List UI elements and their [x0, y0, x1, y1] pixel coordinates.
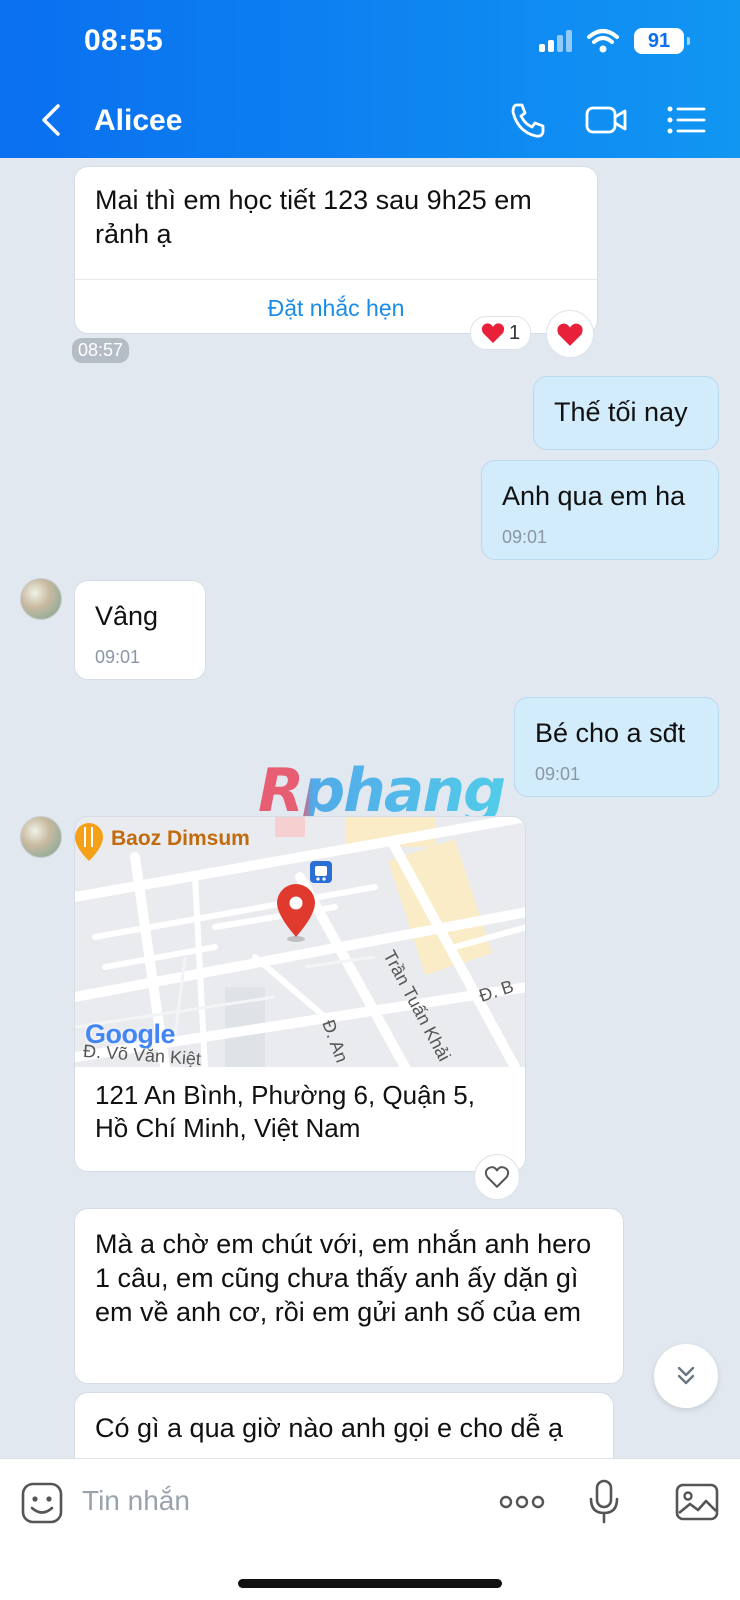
message-text: Có gì a qua giờ nào anh gọi e cho dễ ạ [95, 1413, 564, 1443]
location-message[interactable]: Baoz Dimsum Trần Tuấn Khải Đ. B Đ. An Đ.… [74, 816, 526, 1172]
heart-icon [557, 323, 583, 346]
chat-header: 08:55 91 Alicee [0, 0, 740, 158]
reaction-count: 1 [509, 321, 521, 344]
cellular-signal-icon [539, 30, 572, 52]
message-outgoing[interactable]: Thế tối nay [533, 376, 719, 450]
reaction-summary[interactable]: 1 [470, 316, 532, 350]
avatar[interactable] [20, 578, 62, 620]
message-text: Bé cho a sđt [535, 718, 686, 748]
back-icon[interactable] [36, 100, 66, 140]
scroll-to-bottom-button[interactable] [654, 1344, 718, 1408]
map-preview[interactable]: Baoz Dimsum Trần Tuấn Khải Đ. B Đ. An Đ.… [75, 817, 525, 1067]
phone-call-icon[interactable] [506, 100, 550, 140]
battery-icon: 91 [634, 28, 690, 54]
react-button[interactable] [546, 310, 594, 358]
message-incoming[interactable]: Có gì a qua giờ nào anh gọi e cho dễ ạ [74, 1392, 614, 1458]
status-time: 08:55 [84, 24, 164, 57]
microphone-icon[interactable] [588, 1479, 620, 1525]
divider [75, 279, 597, 280]
place-label: Baoz Dimsum [111, 827, 250, 850]
status-icons: 91 [539, 28, 690, 54]
message-incoming[interactable]: Mai thì em học tiết 123 sau 9h25 em rảnh… [74, 166, 598, 334]
message-time: 08:57 [72, 338, 130, 363]
message-incoming[interactable]: Vâng 09:01 [74, 580, 206, 680]
message-time: 09:01 [502, 527, 548, 547]
message-time: 09:01 [95, 647, 141, 667]
message-outgoing[interactable]: Bé cho a sđt 09:01 [514, 697, 719, 797]
home-indicator [238, 1579, 502, 1588]
heart-icon [481, 323, 505, 343]
google-logo: Google [85, 1019, 176, 1049]
chevron-double-down-icon [677, 1366, 695, 1385]
message-text: Vâng [95, 601, 159, 631]
message-outgoing[interactable]: Anh qua em ha 09:01 [481, 460, 719, 560]
image-gallery-icon[interactable] [674, 1481, 720, 1523]
message-text: Mai thì em học tiết 123 sau 9h25 em rảnh… [95, 185, 532, 249]
video-call-icon[interactable] [584, 100, 628, 140]
menu-list-icon[interactable] [664, 100, 708, 140]
heart-outline-icon [484, 1166, 510, 1188]
avatar[interactable] [20, 816, 62, 858]
react-button[interactable] [474, 1154, 520, 1200]
more-options-icon[interactable] [498, 1491, 546, 1513]
sticker-emoji-icon[interactable] [20, 1481, 64, 1525]
contact-name[interactable]: Alicee [94, 104, 182, 138]
message-input[interactable]: Tin nhắn [82, 1485, 190, 1517]
wifi-icon [587, 29, 619, 53]
message-time: 09:01 [535, 764, 581, 784]
message-incoming[interactable]: Mà a chờ em chút với, em nhắn anh hero 1… [74, 1208, 624, 1384]
message-list[interactable]: Mai thì em học tiết 123 sau 9h25 em rảnh… [0, 158, 740, 1458]
message-composer: Tin nhắn [0, 1458, 740, 1600]
message-text: Mà a chờ em chút với, em nhắn anh hero 1… [95, 1229, 592, 1327]
message-text: Anh qua em ha [502, 481, 686, 511]
message-text: Thế tối nay [554, 397, 688, 427]
location-address: 121 An Bình, Phường 6, Quận 5, Hồ Chí Mi… [95, 1080, 475, 1143]
